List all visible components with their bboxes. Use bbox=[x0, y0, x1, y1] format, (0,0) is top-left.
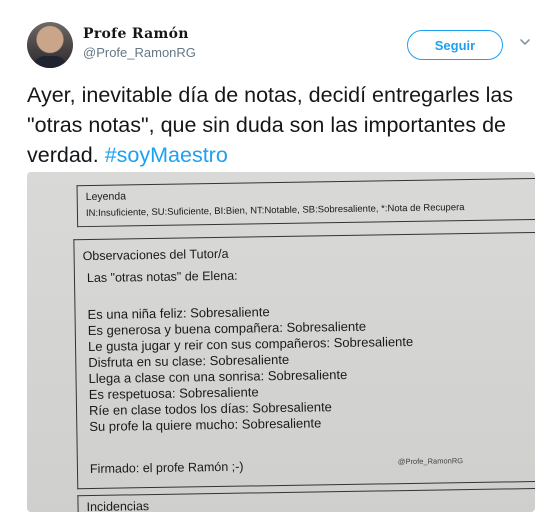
user-handle[interactable]: @Profe_RamonRG bbox=[83, 45, 196, 60]
observations-box: Observaciones del Tutor/a Las "otras not… bbox=[73, 231, 535, 490]
incidencias-title: Incidencias bbox=[86, 499, 150, 512]
legend-box: Leyenda IN:Insuficiente, SU:Suficiente, … bbox=[76, 177, 535, 228]
display-name[interactable]: Profe Ramón bbox=[83, 26, 196, 42]
observations-title: Observaciones del Tutor/a bbox=[82, 246, 229, 264]
legend-text: IN:Insuficiente, SU:Suficiente, BI:Bien,… bbox=[85, 202, 465, 220]
observations-list: Es una niña feliz: Sobresaliente Es gene… bbox=[87, 302, 414, 435]
avatar[interactable] bbox=[27, 22, 73, 68]
user-names[interactable]: Profe Ramón @Profe_RamonRG bbox=[83, 26, 196, 60]
tweet-card: Profe Ramón @Profe_RamonRG Seguir Ayer, … bbox=[0, 0, 544, 518]
tweet-body: Ayer, inevitable día de notas, decidí en… bbox=[27, 83, 514, 167]
tweet-text: Ayer, inevitable día de notas, decidí en… bbox=[27, 80, 527, 170]
chevron-down-icon[interactable] bbox=[517, 34, 533, 50]
report-paper: Leyenda IN:Insuficiente, SU:Suficiente, … bbox=[27, 172, 535, 512]
avatar-shirt bbox=[33, 56, 67, 68]
hashtag-link[interactable]: #soyMaestro bbox=[105, 143, 228, 167]
follow-button[interactable]: Seguir bbox=[407, 30, 503, 60]
observations-subtitle: Las "otras notas" de Elena: bbox=[86, 268, 238, 286]
photo-watermark: @Profe_RamonRG bbox=[397, 456, 464, 467]
incidencias-box: Incidencias bbox=[77, 487, 535, 512]
tweet-photo[interactable]: Leyenda IN:Insuficiente, SU:Suficiente, … bbox=[27, 172, 535, 512]
signature-line: Firmado: el profe Ramón ;-) bbox=[89, 459, 244, 477]
legend-title: Leyenda bbox=[85, 190, 127, 204]
tweet-header: Profe Ramón @Profe_RamonRG Seguir bbox=[27, 22, 537, 70]
